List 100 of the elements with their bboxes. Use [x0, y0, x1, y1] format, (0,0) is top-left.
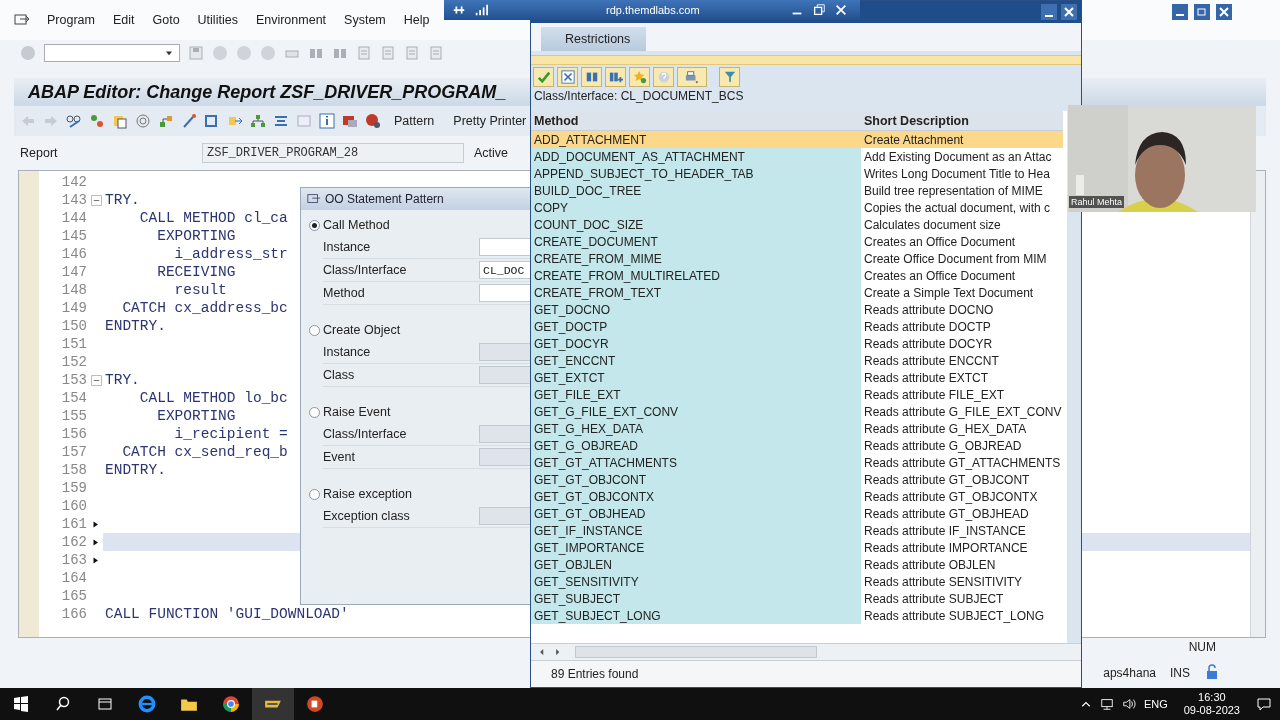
align-icon[interactable] — [273, 113, 289, 129]
menu-item[interactable]: Environment — [254, 11, 328, 29]
column-header[interactable]: Short Description — [861, 111, 1063, 131]
table-cell[interactable]: Reads attribute GT_OBJHEAD — [864, 506, 1029, 521]
table-cell[interactable]: GET_FILE_EXT — [531, 386, 861, 403]
table-cell[interactable]: Reads attribute SUBJECT — [864, 591, 1004, 606]
table-cell[interactable]: GET_EXTCT — [531, 369, 861, 386]
find-next-button[interactable] — [605, 67, 626, 87]
input-field[interactable]: CL_DOC — [479, 261, 531, 279]
table-cell[interactable]: GET_SUBJECT — [531, 590, 861, 607]
table-cell[interactable]: Reads attribute G_HEX_DATA — [864, 421, 1027, 436]
close-icon[interactable] — [1061, 4, 1077, 20]
input-field[interactable] — [479, 425, 531, 443]
menu-item[interactable]: Goto — [151, 11, 181, 29]
wand-icon[interactable] — [181, 113, 197, 129]
table-cell[interactable]: GET_SUBJECT_LONG — [531, 607, 861, 624]
table-cell[interactable]: Reads attribute IMPORTANCE — [864, 540, 1028, 555]
input-field[interactable] — [479, 366, 531, 384]
cancel-button[interactable] — [557, 67, 578, 87]
table-cell[interactable]: GET_IF_INSTANCE — [531, 522, 861, 539]
table-cell[interactable]: GET_G_FILE_EXT_CONV — [531, 403, 861, 420]
minimize-icon[interactable] — [1172, 4, 1188, 20]
print-button[interactable] — [677, 67, 707, 87]
input-field[interactable] — [479, 284, 531, 302]
menu-item[interactable]: System — [343, 11, 387, 29]
input-field[interactable] — [479, 238, 531, 256]
scrollbar-thumb[interactable] — [575, 646, 817, 658]
table-cell[interactable]: GET_GT_OBJCONT — [531, 471, 861, 488]
glasses-icon[interactable] — [66, 113, 82, 129]
radio-button[interactable] — [309, 219, 320, 231]
info-icon[interactable] — [319, 113, 335, 129]
tree-icon[interactable] — [250, 113, 266, 129]
menu-icon[interactable] — [14, 12, 30, 28]
radio-button[interactable] — [309, 406, 320, 418]
clamp-icon[interactable] — [204, 113, 220, 129]
table-cell[interactable]: Reads attribute EXTCT — [864, 370, 989, 385]
minimize-icon[interactable] — [1041, 4, 1057, 20]
table-cell[interactable]: ADD_ATTACHMENT — [531, 131, 861, 148]
collapse-icon[interactable] — [90, 194, 102, 206]
table-cell[interactable]: Add Existing Document as an Attac — [864, 149, 1052, 164]
spiral-icon[interactable] — [135, 113, 151, 129]
table-cell[interactable]: Reads attribute GT_OBJCONTX — [864, 489, 1038, 504]
table-cell[interactable]: Reads attribute DOCYR — [864, 336, 993, 351]
menu-item[interactable]: Utilities — [196, 11, 239, 29]
scrollbar[interactable] — [1250, 171, 1265, 637]
table-cell[interactable]: Reads attribute SENSITIVITY — [864, 574, 1023, 589]
clock-date[interactable]: 09-08-2023 — [1183, 704, 1240, 717]
table-cell[interactable]: CREATE_FROM_TEXT — [531, 284, 861, 301]
radio-button[interactable] — [309, 488, 320, 500]
table-cell[interactable]: Create a Simple Text Document — [864, 285, 1034, 300]
table-cell[interactable]: Reads attribute SUBJECT_LONG — [864, 608, 1045, 623]
table-cell[interactable]: Reads attribute G_OBJREAD — [864, 438, 1022, 453]
table-cell[interactable]: GET_DOCTP — [531, 318, 861, 335]
table-cell[interactable]: Reads attribute GT_OBJCONT — [864, 472, 1030, 487]
input-field[interactable] — [479, 448, 531, 466]
table-cell[interactable]: GET_GT_ATTACHMENTS — [531, 454, 861, 471]
table-cell[interactable]: ADD_DOCUMENT_AS_ATTACHMENT — [531, 148, 861, 165]
table-cell[interactable]: Reads attribute FILE_EXT — [864, 387, 1005, 402]
table-cell[interactable]: GET_G_OBJREAD — [531, 437, 861, 454]
table-cell[interactable]: Creates an Office Document — [864, 268, 1016, 283]
volume-icon[interactable] — [1121, 697, 1136, 711]
table-cell[interactable]: GET_IMPORTANCE — [531, 539, 861, 556]
menu-item[interactable]: Help — [402, 11, 431, 29]
table-cell[interactable]: Creates an Office Document — [864, 234, 1016, 249]
filter-button[interactable] — [719, 67, 740, 87]
favorite-button[interactable] — [629, 67, 650, 87]
table-cell[interactable]: GET_G_HEX_DATA — [531, 420, 861, 437]
table-cell[interactable]: GET_GT_OBJCONTX — [531, 488, 861, 505]
find-button[interactable] — [581, 67, 602, 87]
restore-icon[interactable] — [812, 3, 826, 17]
menu-item[interactable]: Edit — [111, 11, 136, 29]
table-cell[interactable]: GET_GT_OBJHEAD — [531, 505, 861, 522]
table-cell[interactable]: Copies the actual document, with c — [864, 200, 1051, 215]
table-cell[interactable]: Calculates document size — [864, 217, 1001, 232]
hierarchy-icon[interactable] — [158, 113, 174, 129]
taskbar-app[interactable] — [252, 688, 294, 720]
table-cell[interactable]: Reads attribute ENCCNT — [864, 353, 999, 368]
table-cell[interactable]: COUNT_DOC_SIZE — [531, 216, 861, 233]
table-cell[interactable]: GET_SENSITIVITY — [531, 573, 861, 590]
table-cell[interactable]: Reads attribute DOCTP — [864, 319, 991, 334]
table-cell[interactable]: Reads attribute OBJLEN — [864, 557, 996, 572]
report-field[interactable]: ZSF_DRIVER_PROGRAM_28 — [202, 143, 464, 163]
toolbar-button[interactable]: Pattern — [388, 112, 441, 130]
screen-icon[interactable] — [342, 113, 358, 129]
radio-button[interactable] — [309, 324, 320, 336]
column-header[interactable]: Method — [531, 111, 861, 131]
save-icon[interactable] — [188, 45, 204, 61]
table-cell[interactable]: GET_DOCNO — [531, 301, 861, 318]
table-cell[interactable]: APPEND_SUBJECT_TO_HEADER_TAB — [531, 165, 861, 182]
toolbar-button[interactable]: Pretty Printer — [447, 112, 533, 130]
table-cell[interactable]: Reads attribute IF_INSTANCE — [864, 523, 1026, 538]
table-cell[interactable]: Reads attribute DOCNO — [864, 302, 994, 317]
network-icon[interactable] — [1099, 697, 1114, 711]
input-field[interactable] — [479, 343, 531, 361]
confirm-button[interactable] — [533, 67, 554, 87]
table-cell[interactable]: CREATE_DOCUMENT — [531, 233, 861, 250]
table-cell[interactable]: Create Office Document from MIM — [864, 251, 1047, 266]
tab[interactable]: Restrictions — [541, 27, 647, 51]
table-cell[interactable]: CREATE_FROM_MULTIRELATED — [531, 267, 861, 284]
table-cell[interactable]: CREATE_FROM_MIME — [531, 250, 861, 267]
